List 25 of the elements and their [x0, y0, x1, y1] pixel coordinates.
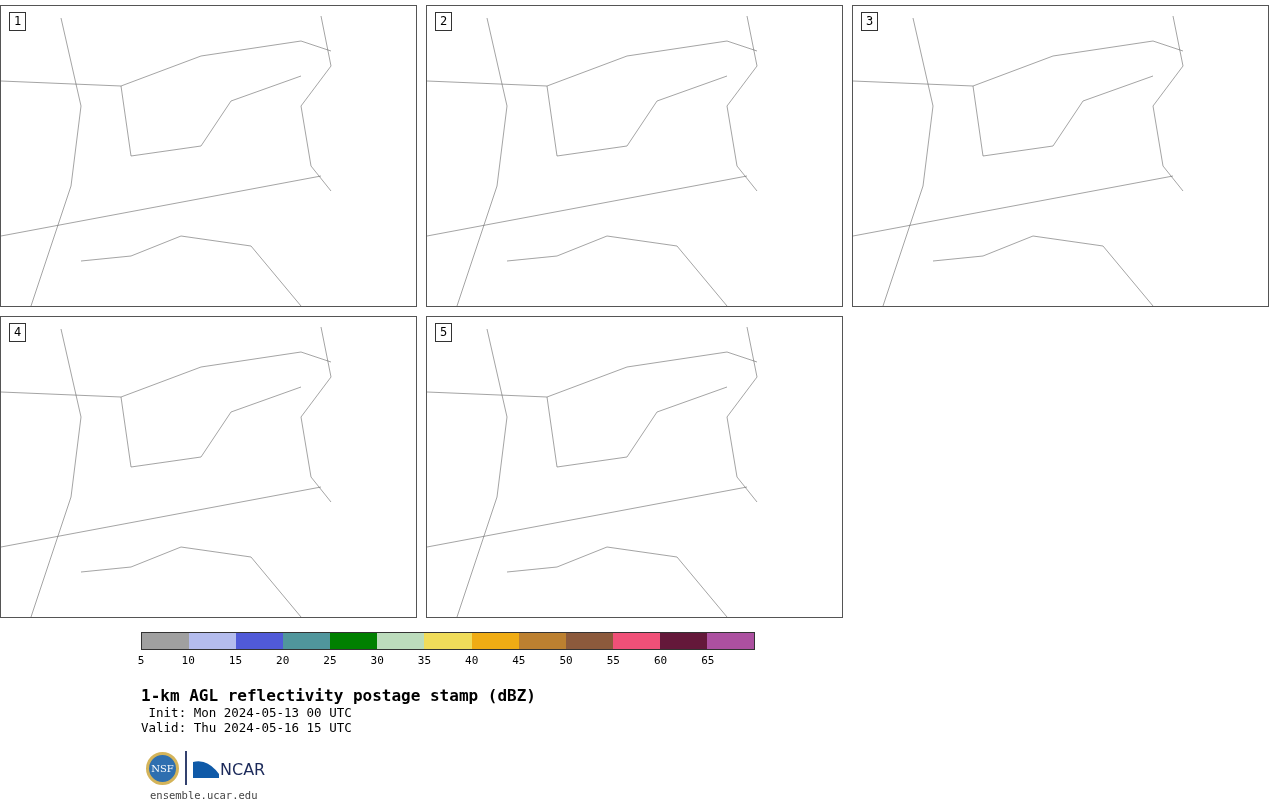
tick-label: 45	[512, 655, 526, 666]
tick-label: 35	[417, 655, 432, 666]
panel-number: 1	[9, 12, 27, 31]
tick-label: 15	[228, 655, 243, 666]
website-url: ensemble.ucar.edu	[150, 789, 258, 802]
valid-time: Valid: Thu 2024-05-16 15 UTC	[141, 720, 353, 735]
panel-number: 5	[435, 323, 453, 342]
ncar-swoosh-icon	[193, 758, 219, 778]
tick-label: 55	[606, 655, 620, 666]
tick-label: 60	[653, 655, 668, 666]
nsf-logo: NSF	[146, 751, 179, 785]
tick-label: 40	[465, 655, 479, 666]
chart-title: 1-km AGL reflectivity postage stamp (dBZ)	[141, 687, 537, 705]
panel-number: 3	[861, 12, 879, 31]
panel-number: 2	[435, 12, 453, 31]
tick-label: 50	[559, 655, 573, 666]
tick-label: 10	[181, 655, 195, 666]
tick-label: 25	[323, 655, 337, 666]
init-time: Init: Mon 2024-05-13 00 UTC	[147, 705, 353, 720]
tick-label: 30	[370, 655, 384, 666]
tick-label: 5	[137, 655, 145, 666]
panel-number: 4	[9, 323, 27, 342]
tick-label: 20	[276, 655, 290, 666]
tick-label: 65	[701, 655, 715, 666]
ncar-wordmark: NCAR	[220, 762, 266, 778]
